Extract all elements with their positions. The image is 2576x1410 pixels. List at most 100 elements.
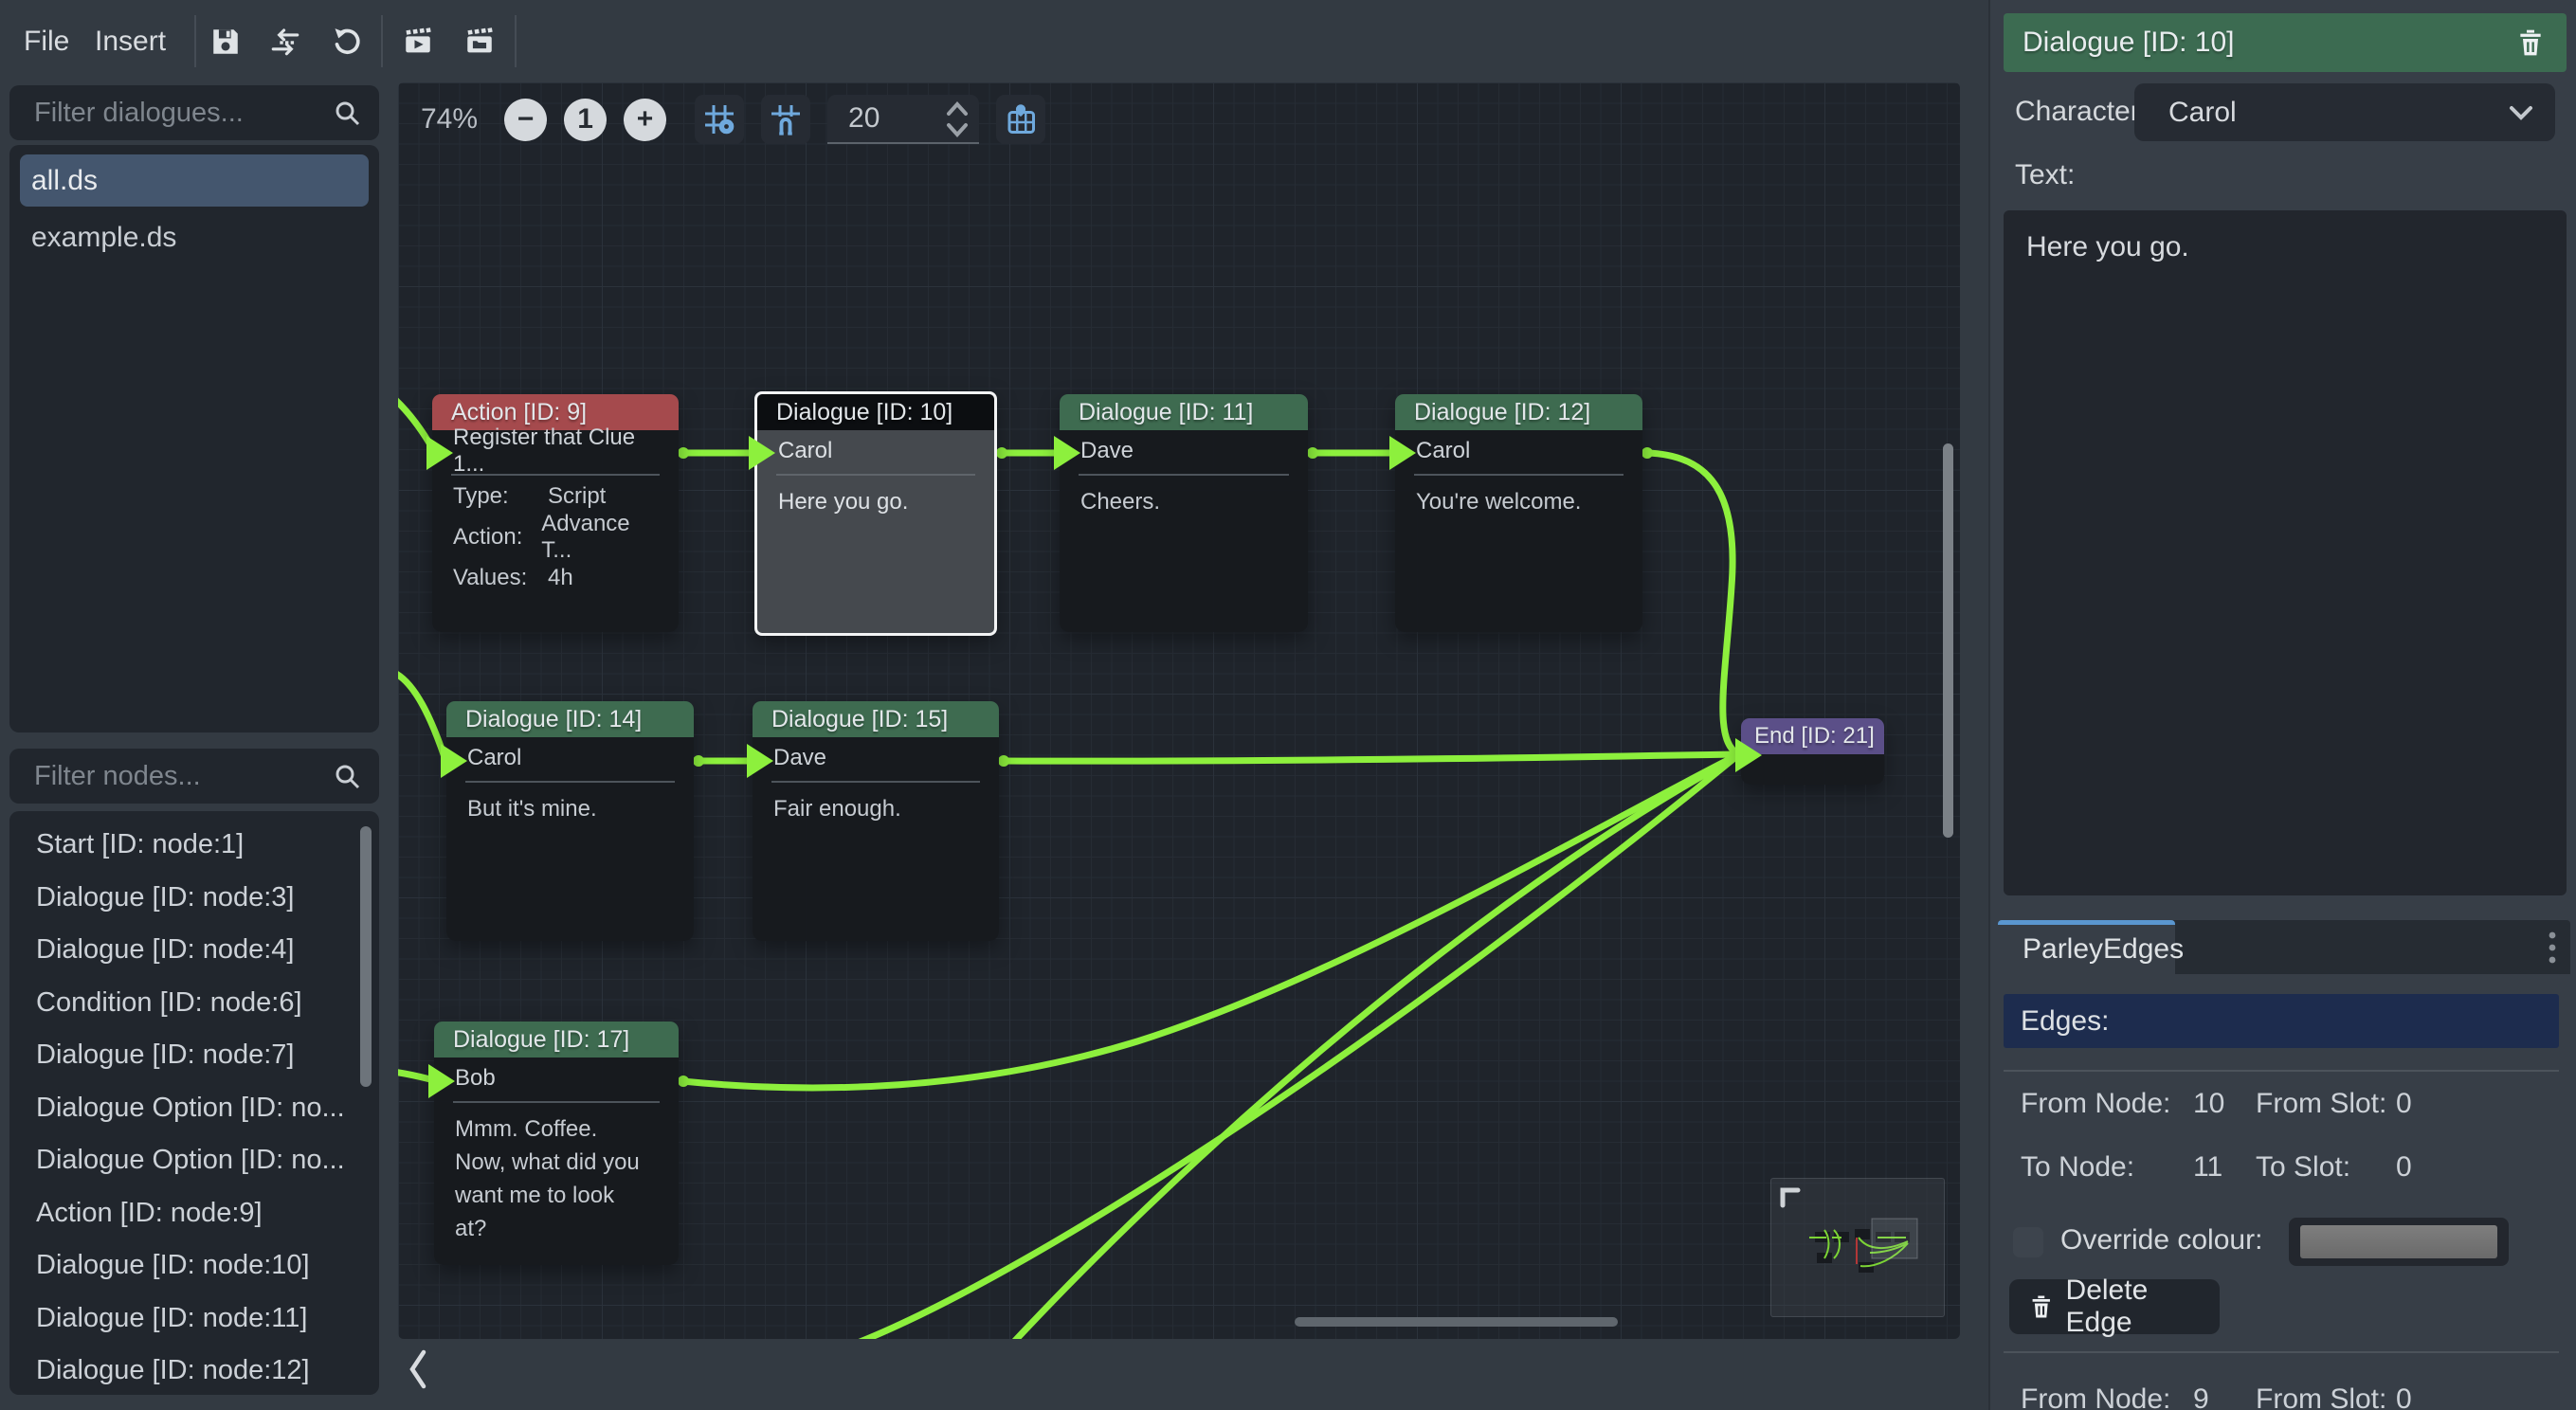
test-dialogue-icon[interactable] xyxy=(401,25,435,59)
zoom-out-button[interactable]: − xyxy=(504,99,547,141)
node-list-item[interactable]: Dialogue [ID: node:11] xyxy=(9,1292,360,1346)
graph-toolbar: 74% − 1 + 20 xyxy=(421,94,1045,145)
character-dropdown[interactable]: Carol xyxy=(2134,83,2555,141)
test-scene-icon[interactable] xyxy=(463,25,497,59)
file-item-example-ds[interactable]: example.ds xyxy=(20,211,369,263)
node-text: Cheers. xyxy=(1060,476,1308,518)
node-title: End [ID: 21] xyxy=(1741,718,1884,754)
toolbar-divider xyxy=(381,15,383,67)
snap-distance-value: 20 xyxy=(827,102,880,135)
inspector-node-title: Dialogue [ID: 10] xyxy=(2023,27,2234,59)
from-node-label: From Node: xyxy=(2021,1379,2170,1410)
graph-minimap[interactable] xyxy=(1770,1178,1945,1317)
node-list-item[interactable]: Action [ID: node:9] xyxy=(9,1187,360,1240)
node-character: Dave xyxy=(1060,430,1308,472)
node-list-item[interactable]: Dialogue Option [ID: no... xyxy=(9,1082,360,1135)
zoom-reset-button[interactable]: 1 xyxy=(564,99,607,141)
override-colour-label: Override colour: xyxy=(2060,1220,2262,1261)
character-value: Carol xyxy=(2168,97,2237,129)
from-slot-label: From Slot: xyxy=(2256,1083,2386,1125)
chevron-down-icon xyxy=(2508,100,2534,125)
graph-node-dialogue-15[interactable]: Dialogue [ID: 15] Dave Fair enough. xyxy=(753,701,999,941)
from-node-label: From Node: xyxy=(2021,1083,2170,1125)
edge-row-from: From Node: 10 From Slot: 0 xyxy=(1990,1083,2576,1125)
node-list: Start [ID: node:1] Dialogue [ID: node:3]… xyxy=(9,811,379,1395)
minimap-viewport[interactable] xyxy=(1872,1219,1917,1258)
trash-icon xyxy=(2028,1292,2055,1321)
from-node-value: 10 xyxy=(2193,1083,2224,1125)
minimap-icon xyxy=(1004,102,1038,136)
node-title: Dialogue [ID: 10] xyxy=(757,394,994,430)
graph-node-dialogue-12[interactable]: Dialogue [ID: 12] Carol You're welcome. xyxy=(1395,394,1642,632)
node-list-item[interactable]: Dialogue [ID: node:3] xyxy=(9,872,360,925)
menu-file[interactable]: File xyxy=(24,0,69,82)
node-list-item[interactable]: Dialogue [ID: node:12] xyxy=(9,1345,360,1395)
edge-row-from: From Node: 9 From Slot: 0 xyxy=(1990,1379,2576,1410)
from-slot-label: From Slot: xyxy=(2256,1379,2386,1410)
colour-swatch[interactable] xyxy=(2300,1225,2497,1258)
to-node-label: To Node: xyxy=(2021,1147,2134,1188)
node-list-item[interactable]: Dialogue [ID: node:7] xyxy=(9,1029,360,1082)
graph-node-dialogue-14[interactable]: Dialogue [ID: 14] Carol But it's mine. xyxy=(446,701,694,941)
minimap-toggle[interactable] xyxy=(996,95,1045,144)
node-text: Fair enough. xyxy=(753,783,999,825)
node-action-name: Register that Clue 1... xyxy=(432,430,679,472)
delete-node-icon[interactable] xyxy=(2515,27,2546,59)
node-title: Dialogue [ID: 17] xyxy=(434,1021,679,1058)
graph-node-dialogue-11[interactable]: Dialogue [ID: 11] Dave Cheers. xyxy=(1060,394,1308,632)
graph-node-dialogue-10[interactable]: Dialogue [ID: 10] Carol Here you go. xyxy=(754,391,997,636)
filter-dialogues-input[interactable] xyxy=(9,85,379,140)
from-node-value: 9 xyxy=(2193,1379,2209,1410)
menu-insert[interactable]: Insert xyxy=(95,0,166,82)
translations-icon[interactable] xyxy=(268,25,302,59)
save-icon[interactable] xyxy=(209,25,243,59)
node-character: Carol xyxy=(1395,430,1642,472)
node-list-item[interactable]: Condition [ID: node:6] xyxy=(9,977,360,1030)
file-item-all-ds[interactable]: all.ds xyxy=(20,154,369,207)
undo-icon[interactable] xyxy=(330,25,364,59)
colour-picker-well[interactable] xyxy=(2289,1218,2509,1266)
filter-nodes-box xyxy=(9,749,379,804)
text-label: Text: xyxy=(2015,154,2075,196)
node-character: Carol xyxy=(446,737,694,779)
node-list-scrollbar[interactable] xyxy=(360,826,372,1087)
node-text: But it's mine. xyxy=(446,783,694,825)
collapse-sidebar-chevron[interactable] xyxy=(406,1347,430,1391)
toolbar-divider xyxy=(194,15,196,67)
delete-edge-button[interactable]: Delete Edge xyxy=(2009,1279,2220,1334)
zoom-in-button[interactable]: + xyxy=(624,99,666,141)
node-character: Carol xyxy=(757,430,994,472)
snap-distance-spinbox[interactable]: 20 xyxy=(827,95,979,144)
node-list-item[interactable]: Dialogue [ID: node:10] xyxy=(9,1239,360,1292)
node-character: Bob xyxy=(434,1058,679,1099)
canvas-horizontal-scrollbar[interactable] xyxy=(1295,1317,1618,1327)
node-text: Mmm. Coffee. Now, what did you want me t… xyxy=(434,1103,679,1245)
node-title: Dialogue [ID: 12] xyxy=(1395,394,1642,430)
grid-snap-icon xyxy=(702,102,736,136)
zoom-level-label: 74% xyxy=(421,103,478,136)
node-text: Here you go. xyxy=(757,476,994,518)
tab-parley-edges[interactable]: ParleyEdges xyxy=(1998,920,2175,974)
node-list-item[interactable]: Start [ID: node:1] xyxy=(9,819,360,872)
graph-node-dialogue-17[interactable]: Dialogue [ID: 17] Bob Mmm. Coffee. Now, … xyxy=(434,1021,679,1265)
graph-canvas[interactable]: Action [ID: 9] Register that Clue 1... T… xyxy=(398,82,1960,1339)
separator xyxy=(2004,1070,2559,1072)
filter-nodes-input[interactable] xyxy=(9,749,379,804)
delete-edge-label: Delete Edge xyxy=(2066,1274,2220,1339)
node-title: Dialogue [ID: 15] xyxy=(753,701,999,737)
node-list-item[interactable]: Dialogue [ID: node:4] xyxy=(9,924,360,977)
action-field-label: Values: xyxy=(453,565,548,591)
node-list-item[interactable]: Dialogue Option [ID: no... xyxy=(9,1134,360,1187)
dialogue-text-area[interactable]: Here you go. xyxy=(2004,210,2567,895)
action-field-value: Advance T... xyxy=(541,511,658,564)
search-icon xyxy=(332,761,362,791)
graph-node-end-21[interactable]: End [ID: 21] xyxy=(1741,718,1884,785)
character-label: Character: xyxy=(2015,91,2148,133)
snap-grid-toggle[interactable] xyxy=(695,95,744,144)
spinbox-arrows-icon[interactable] xyxy=(943,99,971,140)
snap-toggle[interactable] xyxy=(761,95,810,144)
canvas-vertical-scrollbar[interactable] xyxy=(1943,443,1953,838)
override-colour-checkbox[interactable] xyxy=(2013,1227,2043,1257)
tab-menu-kebab-icon[interactable] xyxy=(2546,930,2559,966)
graph-node-action-9[interactable]: Action [ID: 9] Register that Clue 1... T… xyxy=(432,394,679,632)
